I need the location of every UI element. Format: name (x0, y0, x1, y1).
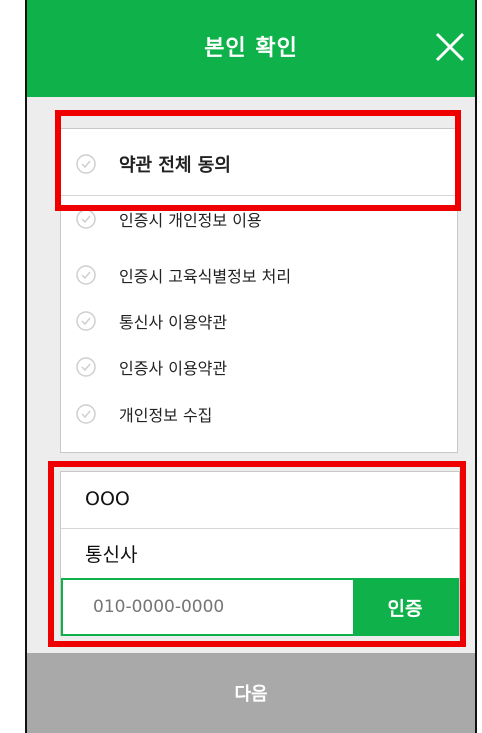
term-label: 개인정보 수집 (119, 406, 213, 425)
next-button[interactable]: 다음 (27, 653, 475, 733)
check-circle-icon (76, 265, 96, 285)
name-value: OOO (85, 488, 130, 510)
header-bar: 본인 확인 (27, 0, 475, 97)
check-circle-icon (76, 357, 96, 377)
verification-form: OOO 통신사 인증 (60, 471, 460, 636)
term-item[interactable]: 인증사 이용약관 (61, 355, 457, 379)
carrier-value: 통신사 (85, 544, 138, 566)
agree-all-label: 약관 전체 동의 (119, 155, 231, 176)
term-item[interactable]: 통신사 이용약관 (61, 309, 457, 333)
page-title: 본인 확인 (204, 36, 298, 61)
verify-button[interactable]: 인증 (353, 580, 457, 634)
terms-list: 약관 전체 동의 인증시 개인정보 이용 인증시 고육식별정보 처리 통신사 이… (60, 128, 458, 453)
close-button[interactable] (431, 28, 469, 66)
name-field[interactable]: OOO (61, 472, 459, 529)
phone-input[interactable] (63, 580, 357, 634)
check-circle-icon (76, 154, 96, 174)
term-label: 통신사 이용약관 (119, 313, 228, 332)
close-icon (435, 32, 465, 62)
term-label: 인증시 개인정보 이용 (119, 211, 262, 230)
term-item[interactable]: 인증시 고육식별정보 처리 (61, 263, 457, 287)
phone-row: 인증 (61, 578, 459, 636)
term-item[interactable]: 개인정보 수집 (61, 402, 457, 426)
identity-verification-screen: 본인 확인 약관 전체 동의 인증시 개인정보 이용 인증시 고육식별정보 처리… (25, 0, 477, 733)
term-item[interactable]: 인증시 개인정보 이용 (61, 207, 457, 231)
check-circle-icon (76, 209, 96, 229)
carrier-select[interactable]: 통신사 (61, 528, 459, 578)
check-circle-icon (76, 311, 96, 331)
divider (61, 195, 457, 196)
check-circle-icon (76, 404, 96, 424)
agree-all-checkbox[interactable]: 약관 전체 동의 (61, 151, 457, 177)
term-label: 인증사 이용약관 (119, 359, 228, 378)
term-label: 인증시 고육식별정보 처리 (119, 267, 292, 286)
